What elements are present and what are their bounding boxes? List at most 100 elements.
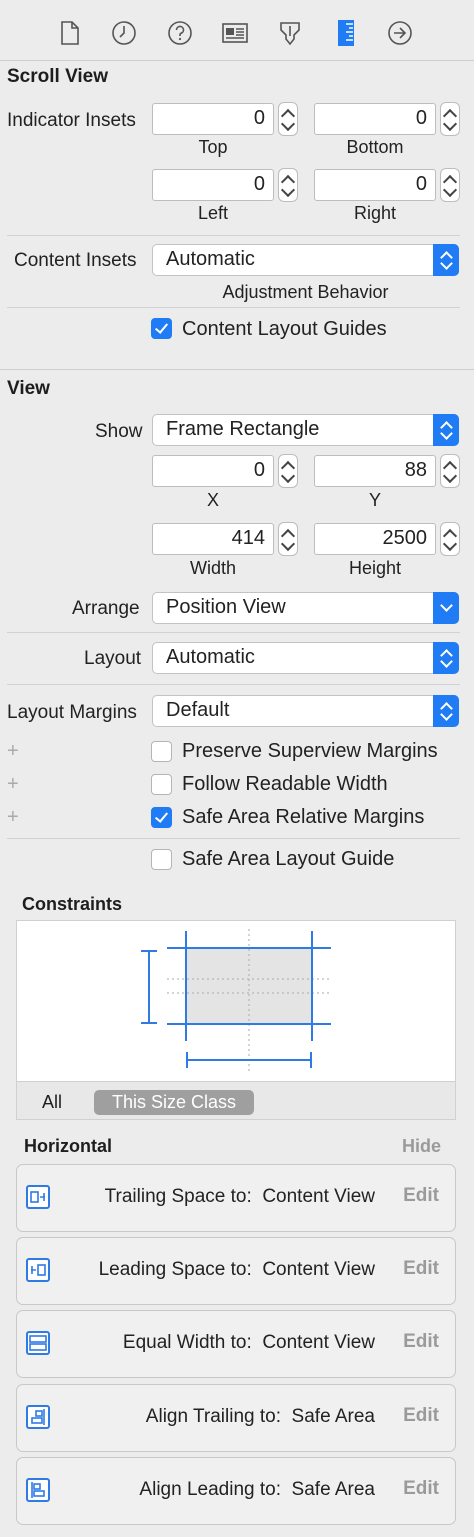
constraint-label: Leading Space to: Content View <box>98 1259 375 1280</box>
toolbar-divider <box>0 60 474 61</box>
top-inset-field[interactable]: 0 <box>152 103 274 135</box>
edit-button[interactable]: Edit <box>403 1185 439 1207</box>
tab-this-size-class[interactable]: This Size Class <box>94 1090 254 1115</box>
width-label: Width <box>189 558 236 578</box>
top-inset-stepper[interactable] <box>278 102 298 136</box>
hide-button[interactable]: Hide <box>402 1136 441 1157</box>
divider <box>7 684 460 685</box>
content-insets-value: Automatic <box>166 248 255 270</box>
edit-button[interactable]: Edit <box>403 1258 439 1280</box>
top-label: Top <box>198 137 228 157</box>
show-label: Show <box>95 421 143 442</box>
clock-icon[interactable] <box>111 20 137 46</box>
file-icon[interactable] <box>57 20 83 46</box>
divider <box>7 235 460 236</box>
safe-area-relative-margins-checkbox[interactable] <box>151 807 172 828</box>
layout-label: Layout <box>84 648 142 669</box>
left-label: Left <box>197 203 229 223</box>
align-trailing-icon <box>26 1405 50 1429</box>
height-field[interactable]: 2500 <box>314 523 436 555</box>
adjustment-behavior-label: Adjustment Behavior <box>222 282 389 302</box>
popup-chevrons-icon <box>433 244 459 276</box>
help-icon[interactable] <box>167 20 193 46</box>
constraint-row[interactable]: Align Leading to: Safe Area Edit <box>16 1457 456 1525</box>
content-insets-label: Content Insets <box>14 250 137 271</box>
width-field[interactable]: 414 <box>152 523 274 555</box>
right-inset-stepper[interactable] <box>440 168 460 202</box>
follow-readable-width-checkbox[interactable] <box>151 774 172 795</box>
left-inset-field[interactable]: 0 <box>152 169 274 201</box>
chevron-down-icon <box>433 592 459 624</box>
scroll-view-title: Scroll View <box>7 66 109 87</box>
constraints-title: Constraints <box>22 894 123 914</box>
y-field[interactable]: 88 <box>314 455 436 487</box>
constraint-row[interactable]: Align Trailing to: Safe Area Edit <box>16 1384 456 1452</box>
popup-chevrons-icon <box>433 642 459 674</box>
divider <box>7 632 460 633</box>
width-stepper[interactable] <box>278 522 298 556</box>
show-value: Frame Rectangle <box>166 418 320 440</box>
arrange-popup[interactable]: Position View <box>152 592 459 624</box>
content-layout-guides-checkbox[interactable] <box>151 318 172 339</box>
safe-area-relative-margins-label: Safe Area Relative Margins <box>182 806 425 828</box>
right-label: Right <box>353 203 397 223</box>
add-variation-button[interactable]: + <box>7 740 19 763</box>
ruler-icon[interactable] <box>333 20 359 46</box>
content-insets-popup[interactable]: Automatic <box>152 244 459 276</box>
arrange-value: Position View <box>166 596 286 618</box>
bottom-inset-stepper[interactable] <box>440 102 460 136</box>
layout-margins-label: Layout Margins <box>7 702 137 723</box>
y-label: Y <box>368 490 381 510</box>
popup-chevrons-icon <box>433 414 459 446</box>
left-inset-stepper[interactable] <box>278 168 298 202</box>
add-variation-button[interactable]: + <box>7 773 19 796</box>
height-label: Height <box>348 558 402 578</box>
safe-area-layout-guide-checkbox[interactable] <box>151 849 172 870</box>
constraints-diagram <box>16 920 456 1082</box>
trailing-space-icon <box>26 1185 50 1209</box>
layout-value: Automatic <box>166 646 255 668</box>
arrow-circle-icon[interactable] <box>387 20 413 46</box>
constraint-label: Align Trailing to: Safe Area <box>145 1406 375 1427</box>
right-inset-field[interactable]: 0 <box>314 169 436 201</box>
content-layout-guides-label: Content Layout Guides <box>182 318 387 340</box>
constraint-label: Trailing Space to: Content View <box>104 1186 375 1207</box>
edit-button[interactable]: Edit <box>403 1331 439 1353</box>
constraint-row[interactable]: Trailing Space to: Content View Edit <box>16 1164 456 1232</box>
divider <box>7 838 460 839</box>
align-leading-icon <box>26 1478 50 1502</box>
preserve-superview-margins-checkbox[interactable] <box>151 741 172 762</box>
leading-space-icon <box>26 1258 50 1282</box>
height-stepper[interactable] <box>440 522 460 556</box>
tab-all[interactable]: All <box>42 1092 62 1113</box>
edit-button[interactable]: Edit <box>403 1405 439 1427</box>
layout-margins-value: Default <box>166 699 230 721</box>
constraint-row[interactable]: Leading Space to: Content View Edit <box>16 1237 456 1305</box>
attributes-icon[interactable] <box>277 20 303 46</box>
x-field[interactable]: 0 <box>152 455 274 487</box>
horizontal-title: Horizontal <box>24 1136 112 1156</box>
safe-area-layout-guide-label: Safe Area Layout Guide <box>182 848 395 870</box>
bottom-inset-field[interactable]: 0 <box>314 103 436 135</box>
bottom-label: Bottom <box>346 137 404 157</box>
indicator-insets-label: Indicator Insets <box>7 110 136 131</box>
x-stepper[interactable] <box>278 454 298 488</box>
constraint-row[interactable]: Equal Width to: Content View Edit <box>16 1310 456 1378</box>
y-stepper[interactable] <box>440 454 460 488</box>
arrange-label: Arrange <box>72 598 140 619</box>
show-popup[interactable]: Frame Rectangle <box>152 414 459 446</box>
view-title: View <box>7 378 50 399</box>
popup-chevrons-icon <box>433 695 459 727</box>
layout-margins-popup[interactable]: Default <box>152 695 459 727</box>
follow-readable-width-label: Follow Readable Width <box>182 773 388 795</box>
equal-width-icon <box>26 1331 50 1355</box>
section-divider <box>0 369 474 370</box>
edit-button[interactable]: Edit <box>403 1478 439 1500</box>
identity-card-icon[interactable] <box>222 20 248 46</box>
divider <box>7 307 460 308</box>
preserve-superview-margins-label: Preserve Superview Margins <box>182 740 438 762</box>
layout-popup[interactable]: Automatic <box>152 642 459 674</box>
add-variation-button[interactable]: + <box>7 806 19 829</box>
constraint-label: Align Leading to: Safe Area <box>139 1479 375 1500</box>
constraint-label: Equal Width to: Content View <box>122 1332 375 1353</box>
